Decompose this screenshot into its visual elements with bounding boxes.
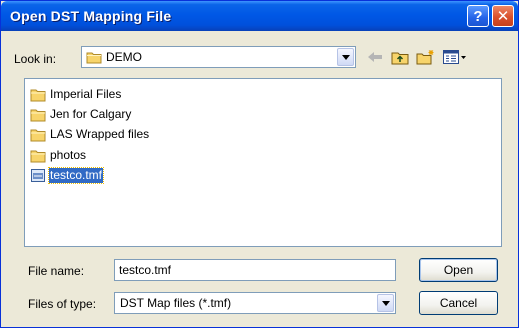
file-name-label: LAS Wrapped files [50, 127, 150, 141]
file-type-value: DST Map files (*.tmf) [120, 296, 232, 310]
tmf-file-icon [31, 169, 45, 182]
look-in-label: Look in: [14, 52, 57, 66]
list-item[interactable]: Jen for Calgary [30, 106, 132, 123]
back-arrow-icon [368, 52, 382, 62]
open-button-label: Open [443, 263, 474, 277]
cancel-button-label: Cancel [439, 296, 478, 310]
file-type-combo[interactable]: DST Map files (*.tmf) [114, 292, 396, 314]
file-name-label: photos [50, 148, 87, 162]
title-bar[interactable]: Open DST Mapping File ? ✕ [1, 1, 518, 31]
close-button[interactable]: ✕ [492, 5, 514, 27]
list-item[interactable]: LAS Wrapped files [30, 126, 150, 143]
close-icon: ✕ [496, 8, 510, 25]
up-one-level-button[interactable] [389, 48, 411, 66]
file-name-field[interactable] [114, 259, 396, 281]
folder-icon [30, 89, 46, 101]
folder-icon [30, 109, 46, 121]
view-menu-icon [443, 50, 466, 64]
file-name-label: testco.tmf [47, 167, 105, 184]
chevron-down-icon [381, 300, 390, 306]
new-folder-icon [416, 50, 433, 65]
folder-icon [30, 150, 46, 162]
file-name-input[interactable] [119, 263, 389, 277]
back-button[interactable] [365, 48, 385, 66]
new-folder-button[interactable] [414, 48, 436, 66]
file-list[interactable]: Imperial Files Jen for Calgary LAS Wrapp… [24, 78, 502, 247]
file-type-label: Files of type: [28, 297, 97, 311]
cancel-button[interactable]: Cancel [419, 291, 498, 315]
open-button[interactable]: Open [419, 258, 498, 282]
help-button[interactable]: ? [467, 5, 489, 27]
list-item-selected[interactable]: testco.tmf [30, 167, 105, 184]
window-title: Open DST Mapping File [10, 8, 172, 24]
file-name-label: Imperial Files [50, 87, 122, 101]
file-type-dropdown-button[interactable] [377, 294, 394, 312]
list-item[interactable]: Imperial Files [30, 86, 122, 103]
chevron-down-icon [341, 54, 350, 60]
help-icon: ? [473, 7, 483, 25]
list-item[interactable]: photos [30, 147, 87, 164]
folder-icon [86, 50, 102, 67]
look-in-value: DEMO [106, 50, 142, 64]
up-one-level-icon [391, 52, 409, 64]
file-name-label: File name: [28, 264, 85, 278]
file-name-label: Jen for Calgary [50, 107, 132, 121]
folder-icon [30, 129, 46, 141]
look-in-combo[interactable]: DEMO [81, 46, 356, 68]
view-menu-button[interactable] [441, 48, 469, 66]
open-file-dialog: Open DST Mapping File ? ✕ Look in: DEMO [0, 0, 519, 328]
look-in-dropdown-button[interactable] [337, 48, 354, 66]
